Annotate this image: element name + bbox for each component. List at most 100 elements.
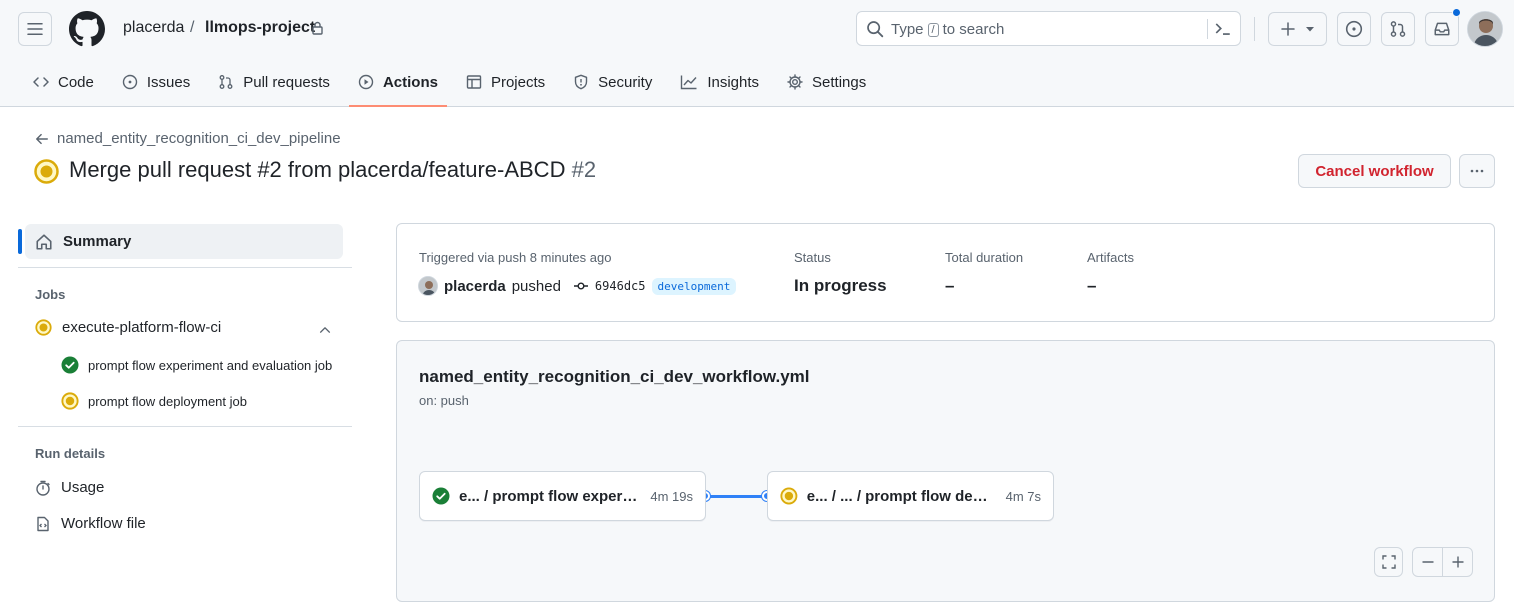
workflow-trigger: on: push xyxy=(419,393,469,408)
tab-actions[interactable]: Actions xyxy=(348,63,447,107)
actor-name[interactable]: placerda xyxy=(444,278,506,295)
hamburger-icon xyxy=(27,23,43,35)
create-new-button[interactable] xyxy=(1268,12,1327,46)
sidebar-item-label: Summary xyxy=(63,233,132,250)
branch-label[interactable]: development xyxy=(651,277,737,295)
run-number: #2 xyxy=(571,157,597,182)
sidebar-item-usage[interactable]: Usage xyxy=(35,479,104,496)
sidebar-divider xyxy=(18,267,352,268)
chevron-up-icon[interactable] xyxy=(318,323,332,337)
command-palette-icon[interactable] xyxy=(1214,20,1232,38)
global-header: placerda / llmops-project Type / to sear… xyxy=(0,0,1514,107)
zoom-in-button[interactable] xyxy=(1442,548,1472,576)
breadcrumb-repo[interactable]: llmops-project xyxy=(205,19,315,37)
kebab-horizontal-icon xyxy=(1470,169,1484,173)
tab-label: Security xyxy=(598,73,653,91)
tab-security[interactable]: Security xyxy=(564,63,661,101)
tab-issues[interactable]: Issues xyxy=(113,63,199,101)
actor-avatar[interactable] xyxy=(418,276,438,296)
workflow-name: named_entity_recognition_ci_dev_pipeline xyxy=(57,130,341,147)
git-pull-request-icon xyxy=(219,75,233,89)
artifacts-value: – xyxy=(1087,276,1097,295)
repo-navigation: Code Issues Pull requests Actions Projec… xyxy=(24,63,885,107)
avatar-image xyxy=(1468,12,1502,46)
zoom-out-button[interactable] xyxy=(1413,548,1442,576)
job-node-name: e... / prompt flow experiment and evalua… xyxy=(459,487,641,505)
job-connector xyxy=(705,495,768,498)
your-pull-requests-button[interactable] xyxy=(1381,12,1415,46)
tab-label: Code xyxy=(58,73,94,91)
page-title: Merge pull request #2 from placerda/feat… xyxy=(69,157,596,183)
jobs-heading: Jobs xyxy=(35,287,66,302)
lock-icon xyxy=(312,21,323,35)
commit-sha[interactable]: 6946dc5 xyxy=(595,279,646,293)
trigger-info: placerda pushed 6946dc5 development xyxy=(418,276,737,296)
tab-pull-requests[interactable]: Pull requests xyxy=(209,63,339,101)
tab-label: Settings xyxy=(812,73,867,91)
tab-code[interactable]: Code xyxy=(24,63,103,101)
status-label: Status xyxy=(794,250,831,265)
sidebar-step-deployment-job[interactable]: prompt flow deployment job xyxy=(61,392,334,410)
search-icon xyxy=(867,21,884,38)
trigger-label: Triggered via push 8 minutes ago xyxy=(419,250,612,265)
search-input[interactable]: Type / to search xyxy=(856,11,1241,46)
in-progress-status-icon xyxy=(35,319,52,336)
plus-icon xyxy=(1452,556,1463,568)
search-prefix: Type xyxy=(891,21,924,38)
job-node-deployment[interactable]: e... / ... / prompt flow deployment job … xyxy=(767,471,1054,521)
inbox-icon xyxy=(1434,22,1450,36)
tab-label: Issues xyxy=(146,73,191,91)
more-options-button[interactable] xyxy=(1459,154,1495,188)
search-placeholder: Type / to search xyxy=(891,21,1004,38)
workflow-file-name[interactable]: named_entity_recognition_ci_dev_workflow… xyxy=(419,367,810,387)
step-label: prompt flow deployment job xyxy=(88,393,247,409)
breadcrumb-separator: / xyxy=(190,19,195,36)
shield-icon xyxy=(574,74,588,90)
user-avatar[interactable] xyxy=(1467,11,1503,47)
code-icon xyxy=(33,77,49,87)
search-suffix: to search xyxy=(942,21,1005,38)
tab-label: Projects xyxy=(490,73,546,91)
back-to-workflow-link[interactable]: named_entity_recognition_ci_dev_pipeline xyxy=(35,130,341,147)
job-node-duration: 4m 7s xyxy=(1005,488,1041,504)
duration-value: – xyxy=(945,276,955,295)
tab-settings[interactable]: Settings xyxy=(778,63,875,101)
trigger-action: pushed xyxy=(511,277,561,295)
job-node-name: e... / ... / prompt flow deployment job xyxy=(806,487,997,505)
breadcrumb-owner[interactable]: placerda xyxy=(123,19,184,37)
artifacts-label: Artifacts xyxy=(1087,250,1134,265)
your-issues-button[interactable] xyxy=(1337,12,1371,46)
sidebar-item-workflow-file[interactable]: Workflow file xyxy=(35,515,146,532)
tab-insights[interactable]: Insights xyxy=(671,63,768,101)
tab-projects[interactable]: Projects xyxy=(457,63,554,101)
issue-opened-icon xyxy=(1345,20,1363,38)
gear-icon xyxy=(787,74,803,90)
menu-button[interactable] xyxy=(18,12,52,46)
avatar-image xyxy=(419,277,437,295)
sidebar-divider xyxy=(18,426,352,427)
home-icon xyxy=(36,233,52,250)
in-progress-status-icon xyxy=(34,159,59,184)
job-node-duration: 4m 19s xyxy=(650,488,693,504)
sidebar-item-summary[interactable]: Summary xyxy=(25,224,343,259)
dash-icon xyxy=(1422,561,1433,563)
cancel-workflow-button[interactable]: Cancel workflow xyxy=(1298,154,1451,188)
github-logo-icon[interactable] xyxy=(69,11,105,47)
tab-label: Pull requests xyxy=(243,73,330,91)
stopwatch-icon xyxy=(36,480,50,496)
fullscreen-button[interactable] xyxy=(1374,547,1403,577)
active-item-indicator xyxy=(18,229,22,254)
sidebar-job-execute-platform-flow-ci[interactable]: execute-platform-flow-ci xyxy=(35,319,335,336)
in-progress-status-icon xyxy=(780,487,798,505)
notifications-button[interactable] xyxy=(1425,12,1459,46)
run-title-text: Merge pull request #2 from placerda/feat… xyxy=(69,157,566,182)
graph-icon xyxy=(681,75,697,90)
check-circle-icon xyxy=(432,487,450,505)
check-circle-icon xyxy=(61,356,79,374)
arrow-left-icon xyxy=(36,133,48,144)
tab-label: Insights xyxy=(707,73,760,91)
in-progress-status-icon xyxy=(61,392,79,410)
git-pull-request-icon xyxy=(1390,21,1406,37)
job-node-experiment[interactable]: e... / prompt flow experiment and evalua… xyxy=(419,471,706,521)
sidebar-step-experiment-job[interactable]: prompt flow experiment and evaluation jo… xyxy=(61,356,334,374)
